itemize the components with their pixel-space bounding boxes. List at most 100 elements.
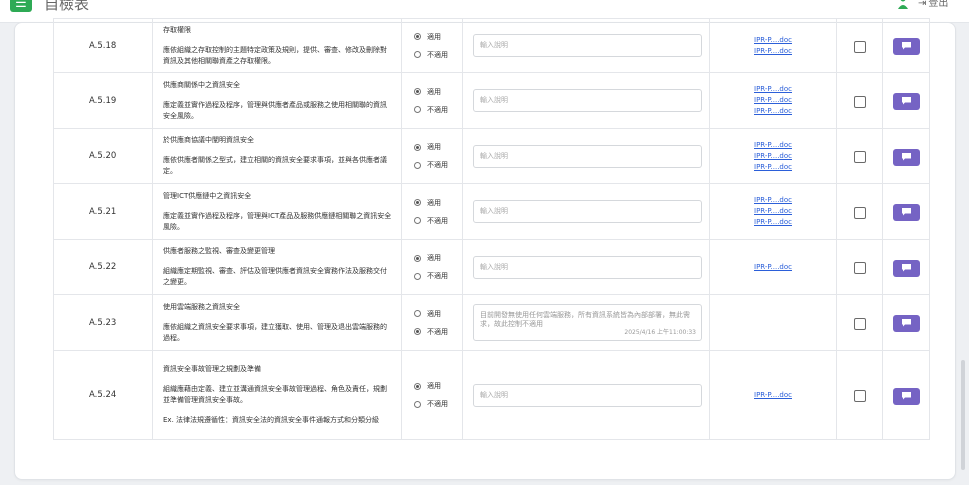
option-applicable[interactable]: 適用 [414, 377, 462, 395]
option-applicable[interactable]: 適用 [414, 28, 462, 46]
checklist-panel: A.5.18 存取權限 應依組織之存取控制的主題特定政策及規則，提供、審查、修改… [14, 18, 956, 480]
applicability-options: 適用 不適用 [401, 128, 463, 184]
comment-button[interactable] [892, 387, 920, 405]
control-code: A.5.20 [53, 128, 153, 184]
comment-button[interactable] [892, 259, 920, 277]
document-links: IPR-P....doc [709, 239, 837, 295]
document-link[interactable]: IPR-P....doc [710, 262, 836, 273]
comment-cell [882, 72, 930, 129]
check-cell [836, 128, 883, 184]
radio-not-applicable[interactable] [414, 217, 421, 224]
radio-not-applicable[interactable] [414, 51, 421, 58]
confirm-checkbox[interactable] [853, 317, 866, 330]
confirm-checkbox[interactable] [853, 40, 866, 53]
radio-not-applicable[interactable] [414, 328, 421, 335]
comment-button[interactable] [892, 148, 920, 166]
note-input[interactable]: 輸入說明 [473, 144, 702, 168]
control-title: 供應者服務之監視、審查及變更管理 [163, 247, 275, 255]
option-applicable[interactable]: 適用 [414, 249, 462, 267]
document-link[interactable]: IPR-P....doc [710, 217, 836, 228]
document-link[interactable]: IPR-P....doc [710, 95, 836, 106]
option-applicable-label: 適用 [427, 382, 441, 390]
document-link[interactable]: IPR-P....doc [710, 84, 836, 95]
confirm-checkbox[interactable] [853, 262, 866, 274]
note-cell: 輸入說明 [462, 128, 710, 184]
user-icon[interactable] [898, 0, 908, 10]
option-not-applicable[interactable]: 不適用 [414, 101, 462, 119]
control-description: 管理ICT供應鏈中之資訊安全 應定義並實作過程及程序，管理與ICT產品及服務供應… [152, 183, 402, 240]
option-not-applicable[interactable]: 不適用 [414, 267, 462, 285]
page-scrollbar[interactable] [961, 360, 965, 470]
option-not-applicable-label: 不適用 [427, 161, 448, 169]
control-body: 組織應藉由定義、建立並溝通資訊安全事故管理過程、角色及責任，規劃並準備管理資訊安… [163, 385, 387, 404]
radio-applicable[interactable] [414, 310, 421, 317]
radio-not-applicable[interactable] [414, 272, 421, 280]
note-input[interactable]: 輸入說明 [473, 200, 702, 223]
control-description: 供應者服務之監視、審查及變更管理 組織應定期監視、審查、評估及管理供應者資訊安全… [152, 239, 402, 295]
radio-applicable[interactable] [414, 143, 421, 151]
option-applicable[interactable]: 適用 [414, 194, 462, 212]
option-applicable-label: 適用 [427, 198, 441, 207]
comment-button[interactable] [892, 38, 920, 55]
control-title: 於供應商協議中闡明資訊安全 [163, 136, 254, 144]
control-code: A.5.24 [53, 350, 153, 440]
radio-applicable[interactable] [414, 88, 421, 95]
menu-button[interactable]: ☰ [10, 0, 32, 12]
document-link[interactable]: IPR-P....doc [710, 106, 836, 117]
note-input[interactable]: 輸入說明 [473, 89, 702, 112]
note-text: 輸入說明 [480, 390, 508, 399]
document-link[interactable]: IPR-P....doc [710, 390, 836, 401]
note-input[interactable]: 目前開發無使用任何雲端服務，所有資訊系統皆為內部部署，無此需求，故此控制不適用 … [473, 304, 702, 341]
note-input[interactable]: 輸入說明 [473, 255, 702, 279]
confirm-checkbox[interactable] [853, 206, 866, 219]
comment-cell [882, 294, 930, 351]
document-link[interactable]: IPR-P....doc [710, 140, 836, 151]
control-code: A.5.18 [53, 18, 153, 73]
check-cell [836, 239, 883, 295]
option-applicable[interactable]: 適用 [414, 83, 462, 101]
note-input[interactable]: 輸入說明 [473, 34, 702, 57]
document-link[interactable]: IPR-P....doc [710, 46, 836, 57]
control-code: A.5.21 [53, 183, 153, 240]
comment-button[interactable] [892, 315, 920, 332]
table-row: A.5.20 於供應商協議中闡明資訊安全 應依供應者關係之型式，建立相關的資訊安… [53, 128, 930, 184]
confirm-checkbox[interactable] [853, 151, 866, 163]
radio-applicable[interactable] [414, 382, 421, 390]
comment-button[interactable] [892, 93, 920, 110]
note-cell: 輸入說明 [462, 18, 710, 73]
document-link[interactable]: IPR-P....doc [710, 162, 836, 173]
radio-applicable[interactable] [414, 33, 421, 40]
table-row: A.5.19 供應商關係中之資訊安全 應定義並實作過程及程序，管理與供應者產品或… [53, 72, 930, 129]
document-link[interactable]: IPR-P....doc [710, 206, 836, 217]
option-not-applicable[interactable]: 不適用 [414, 395, 462, 413]
option-not-applicable[interactable]: 不適用 [414, 156, 462, 174]
note-text: 目前開發無使用任何雲端服務，所有資訊系統皆為內部部署，無此需求，故此控制不適用 [480, 311, 690, 328]
note-input[interactable]: 輸入說明 [473, 383, 702, 407]
note-cell: 輸入說明 [462, 350, 710, 440]
logout-button[interactable]: ⇥ 登出 [918, 0, 948, 11]
table-row: A.5.24 資訊安全事故管理之規劃及準備 組織應藉由定義、建立並溝通資訊安全事… [53, 350, 930, 440]
option-not-applicable[interactable]: 不適用 [414, 212, 462, 230]
comment-button[interactable] [892, 204, 920, 221]
radio-not-applicable[interactable] [414, 106, 421, 113]
control-body: 應定義並實作過程及程序，管理與供應者產品或服務之使用相關聯的資訊安全風險。 [163, 100, 387, 120]
document-link[interactable]: IPR-P....doc [710, 151, 836, 162]
document-link[interactable]: IPR-P....doc [710, 195, 836, 206]
radio-applicable[interactable] [414, 254, 421, 262]
document-links: IPR-P....doc IPR-P....doc [709, 18, 837, 73]
applicability-options: 適用 不適用 [401, 72, 463, 129]
confirm-checkbox[interactable] [853, 390, 866, 402]
logout-arrow-icon: ⇥ [918, 0, 927, 9]
confirm-checkbox[interactable] [853, 95, 866, 108]
option-not-applicable[interactable]: 不適用 [414, 323, 462, 341]
radio-applicable[interactable] [414, 199, 421, 206]
radio-not-applicable[interactable] [414, 400, 421, 408]
option-not-applicable-label: 不適用 [427, 272, 448, 280]
option-applicable[interactable]: 適用 [414, 305, 462, 323]
document-links: IPR-P....doc [709, 350, 837, 440]
option-applicable[interactable]: 適用 [414, 138, 462, 156]
option-not-applicable[interactable]: 不適用 [414, 46, 462, 64]
document-link[interactable]: IPR-P....doc [710, 35, 836, 46]
radio-not-applicable[interactable] [414, 161, 421, 169]
control-description: 資訊安全事故管理之規劃及準備 組織應藉由定義、建立並溝通資訊安全事故管理過程、角… [152, 350, 402, 440]
